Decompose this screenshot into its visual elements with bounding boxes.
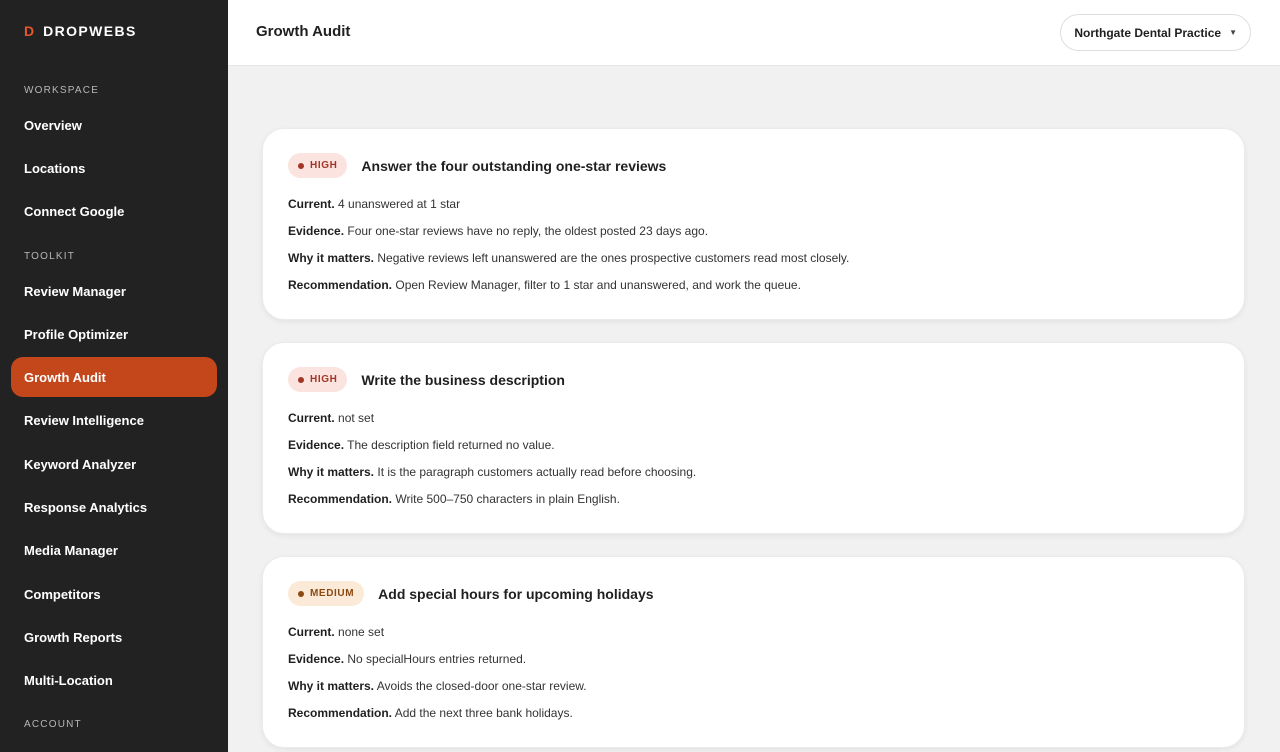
audit-card: HIGH Write the business description Curr… (262, 342, 1245, 534)
sidebar-item-growth-audit[interactable]: Growth Audit (11, 357, 217, 397)
field-value: Avoids the closed-door one-star review. (376, 679, 587, 693)
field-why: Why it matters. It is the paragraph cust… (288, 465, 696, 479)
field-value: not set (338, 411, 375, 425)
field-label: Current. (288, 197, 335, 211)
location-select[interactable]: Northgate Dental Practice ▼ (1060, 14, 1251, 51)
audit-card-title: Write the business description (361, 371, 565, 388)
field-value: It is the paragraph customers actually r… (377, 465, 697, 479)
field-value: Write 500–750 characters in plain Englis… (395, 492, 620, 506)
field-evidence: Evidence. Four one-star reviews have no … (288, 224, 708, 238)
field-recommendation: Recommendation. Open Review Manager, fil… (288, 278, 801, 292)
field-label: Recommendation. (288, 492, 393, 506)
field-label: Why it matters. (288, 679, 375, 693)
field-current: Current. not set (288, 411, 374, 425)
dot-icon (298, 590, 304, 597)
audit-card-header: MEDIUM Add special hours for upcoming ho… (288, 581, 654, 606)
brand-mark-icon: D (24, 23, 35, 39)
field-label: Evidence. (288, 652, 345, 666)
field-label: Why it matters. (288, 465, 375, 479)
field-label: Current. (288, 625, 335, 639)
field-label: Current. (288, 411, 335, 425)
field-label: Evidence. (288, 224, 345, 238)
sidebar-item-response-analytics[interactable]: Response Analytics (11, 487, 217, 527)
section-label-toolkit: TOOLKIT (24, 251, 76, 262)
sidebar-item-connect-google[interactable]: Connect Google (11, 191, 217, 231)
audit-card-header: HIGH Write the business description (288, 367, 565, 392)
section-label-account: ACCOUNT (24, 719, 82, 730)
sidebar-item-growth-reports[interactable]: Growth Reports (11, 617, 217, 657)
field-recommendation: Recommendation. Add the next three bank … (288, 706, 573, 720)
brand-name: DROPWEBS (43, 23, 137, 39)
field-why: Why it matters. Avoids the closed-door o… (288, 679, 587, 693)
audit-card-title: Answer the four outstanding one-star rev… (361, 157, 667, 174)
sidebar: D DROPWEBS WORKSPACE Overview Locations … (0, 0, 228, 752)
sidebar-item-keyword-analyzer[interactable]: Keyword Analyzer (11, 444, 217, 484)
field-value: none set (338, 625, 385, 639)
priority-badge: HIGH (288, 367, 348, 392)
priority-label: HIGH (310, 374, 338, 385)
priority-label: MEDIUM (310, 588, 355, 599)
field-label: Recommendation. (288, 278, 393, 292)
field-current: Current. 4 unanswered at 1 star (288, 197, 460, 211)
field-label: Recommendation. (288, 706, 393, 720)
audit-card-header: HIGH Answer the four outstanding one-sta… (288, 153, 666, 178)
field-recommendation: Recommendation. Write 500–750 characters… (288, 492, 620, 506)
field-label: Evidence. (288, 438, 345, 452)
audit-card-title: Add special hours for upcoming holidays (378, 585, 654, 602)
sidebar-item-multi-location[interactable]: Multi-Location (11, 660, 217, 700)
field-value: 4 unanswered at 1 star (338, 197, 461, 211)
sidebar-item-media-manager[interactable]: Media Manager (11, 530, 217, 570)
field-value: No specialHours entries returned. (347, 652, 527, 666)
location-select-value: Northgate Dental Practice (1074, 25, 1222, 40)
dot-icon (298, 376, 304, 383)
field-value: Negative reviews left unanswered are the… (377, 251, 850, 265)
priority-label: HIGH (310, 160, 338, 171)
sidebar-item-review-manager[interactable]: Review Manager (11, 271, 217, 311)
priority-badge: HIGH (288, 153, 348, 178)
field-label: Why it matters. (288, 251, 375, 265)
sidebar-item-profile-optimizer[interactable]: Profile Optimizer (11, 314, 217, 354)
chevron-down-icon: ▼ (1229, 28, 1237, 37)
field-value: Four one-star reviews have no reply, the… (347, 224, 709, 238)
field-value: The description field returned no value. (347, 438, 555, 452)
audit-card: MEDIUM Add special hours for upcoming ho… (262, 556, 1245, 748)
priority-badge: MEDIUM (288, 581, 365, 606)
sidebar-item-locations[interactable]: Locations (11, 148, 217, 188)
page-title: Growth Audit (256, 23, 351, 40)
field-value: Add the next three bank holidays. (394, 706, 573, 720)
field-current: Current. none set (288, 625, 384, 639)
audit-card: HIGH Answer the four outstanding one-sta… (262, 128, 1245, 320)
field-evidence: Evidence. The description field returned… (288, 438, 555, 452)
field-evidence: Evidence. No specialHours entries return… (288, 652, 526, 666)
dot-icon (298, 162, 304, 169)
field-why: Why it matters. Negative reviews left un… (288, 251, 849, 265)
sidebar-item-overview[interactable]: Overview (11, 105, 217, 145)
field-value: Open Review Manager, filter to 1 star an… (395, 278, 801, 292)
top-bar: Growth Audit Northgate Dental Practice ▼ (228, 0, 1280, 66)
section-label-workspace: WORKSPACE (24, 85, 100, 96)
sidebar-item-review-intelligence[interactable]: Review Intelligence (11, 400, 217, 440)
brand-logo[interactable]: D DROPWEBS (24, 23, 137, 39)
sidebar-item-competitors[interactable]: Competitors (11, 574, 217, 614)
